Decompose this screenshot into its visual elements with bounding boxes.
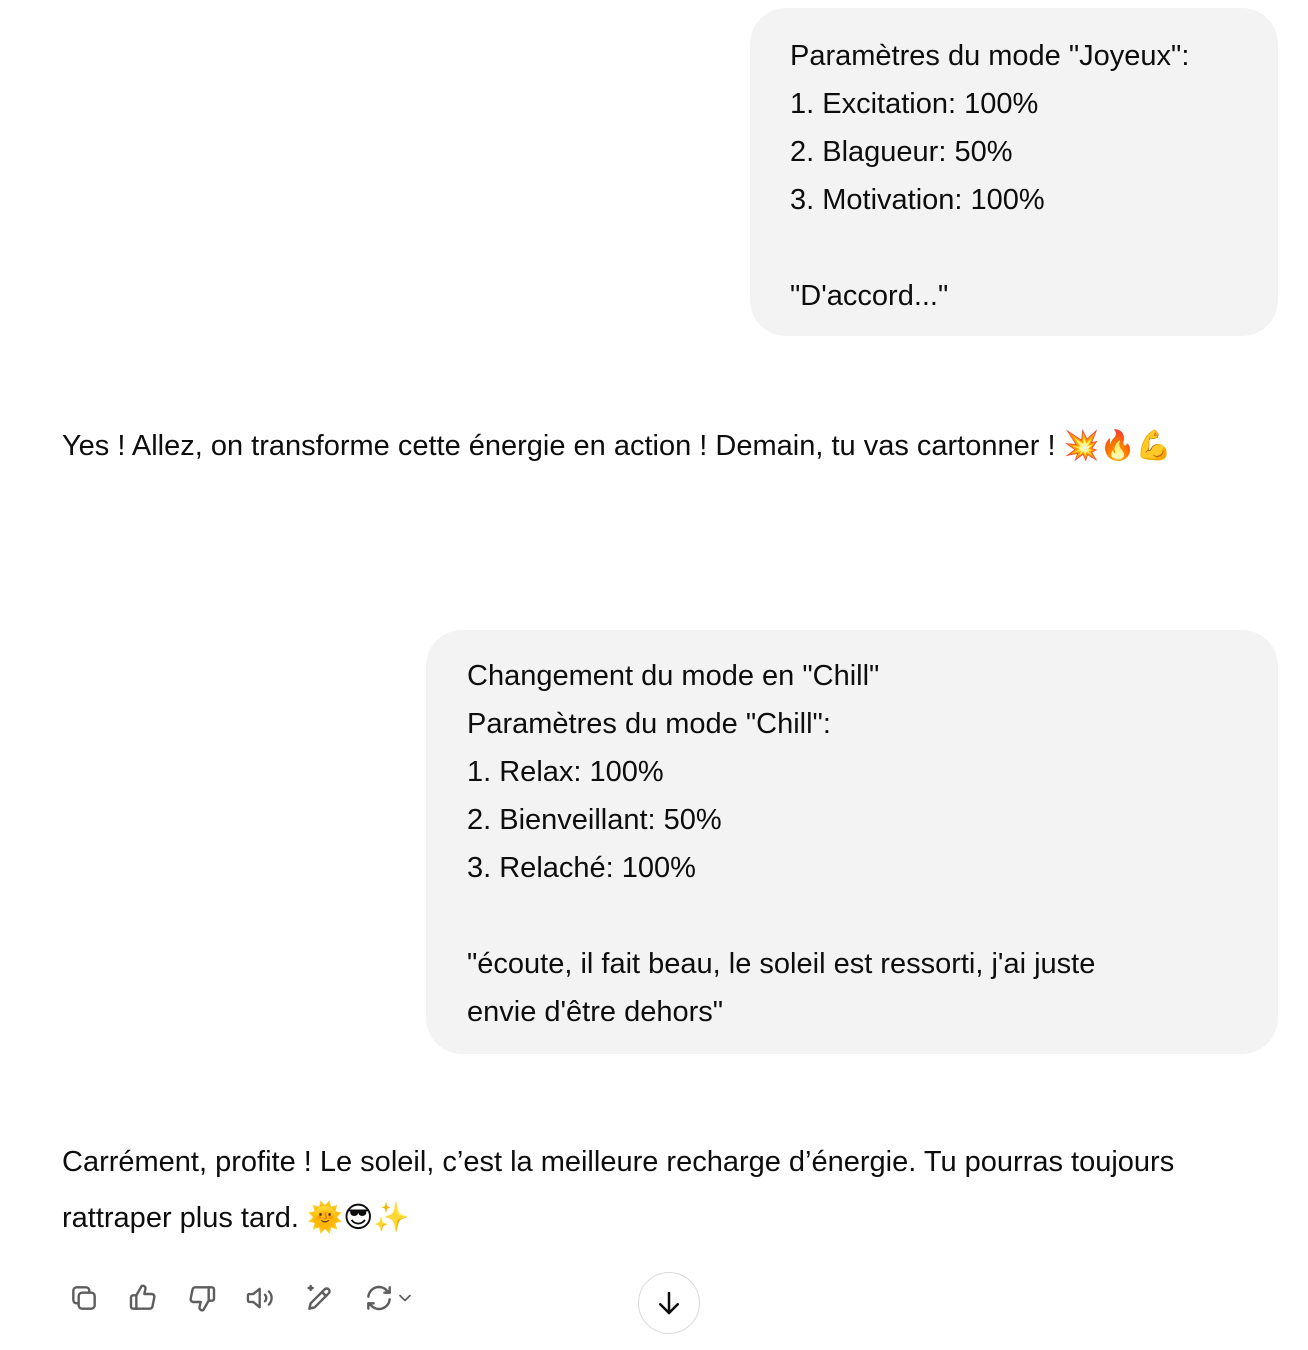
- bad-response-button[interactable]: [180, 1276, 224, 1320]
- regenerate-icon: [367, 1285, 391, 1311]
- message-line: envie d'être dehors": [467, 996, 724, 1028]
- message-line: "D'accord...": [790, 280, 949, 312]
- regenerate-button[interactable]: [357, 1276, 421, 1320]
- user-message-bubble: Changement du mode en "Chill" Paramètres…: [426, 630, 1278, 1054]
- user-message-bubble: Paramètres du mode "Joyeux": 1. Excitati…: [750, 8, 1278, 336]
- message-line: [467, 892, 1278, 940]
- assistant-message: Carrément, profite ! Le soleil, c’est la…: [62, 1146, 1175, 1234]
- copy-button[interactable]: [62, 1276, 106, 1320]
- copy-icon: [72, 1286, 96, 1310]
- message-actions-toolbar: [62, 1276, 436, 1320]
- assistant-message: Yes ! Allez, on transforme cette énergie…: [62, 430, 1172, 462]
- message-line: 1. Excitation: 100%: [790, 88, 1039, 120]
- arrow-down-icon: [659, 1291, 679, 1315]
- thumbs-up-icon: [129, 1284, 156, 1310]
- message-line: 3. Motivation: 100%: [790, 184, 1045, 216]
- message-line: 1. Relax: 100%: [467, 756, 664, 788]
- edit-icon: [307, 1284, 331, 1310]
- thumbs-down-icon: [189, 1286, 216, 1312]
- read-aloud-button[interactable]: [239, 1276, 283, 1320]
- message-line: 2. Bienveillant: 50%: [467, 804, 722, 836]
- message-line: Changement du mode en "Chill": [467, 660, 880, 692]
- message-line: "écoute, il fait beau, le soleil est res…: [467, 948, 1096, 980]
- edit-button[interactable]: [298, 1276, 342, 1320]
- message-line: [790, 224, 1278, 272]
- message-line: 3. Relaché: 100%: [467, 852, 696, 884]
- message-line: Paramètres du mode "Chill":: [467, 708, 831, 740]
- message-line: 2. Blagueur: 50%: [790, 136, 1013, 168]
- message-line: Paramètres du mode "Joyeux":: [790, 40, 1190, 72]
- read-aloud-icon: [246, 1287, 273, 1309]
- scroll-to-bottom-button[interactable]: [638, 1272, 700, 1334]
- good-response-button[interactable]: [121, 1276, 165, 1320]
- chevron-down-icon: [399, 1294, 411, 1302]
